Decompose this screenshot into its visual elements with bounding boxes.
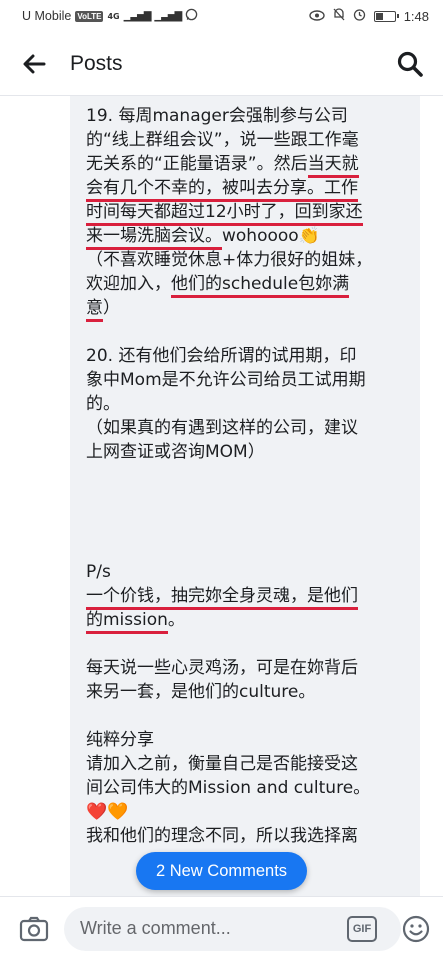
post-text-line: 的。 (86, 392, 416, 416)
whatsapp-icon (185, 8, 198, 24)
post-text-segment: 上网查证或咨询MOM） (86, 442, 265, 462)
post-text-line: 无关系的“正能量语录”。然后当天就 (86, 152, 416, 178)
post-text-line: 间公司伟大的Mission and culture。 (86, 776, 416, 800)
carrier-name: U Mobile (22, 9, 72, 23)
clock-time: 1:48 (403, 8, 429, 24)
post-text-line: ❤️🧡 (86, 800, 416, 824)
status-bar: U Mobile VoLTE 4G ▁▃▅▇ ▁▃▅▇ 1:48 (0, 0, 443, 32)
camera-button[interactable] (16, 911, 52, 947)
post-text-line (86, 320, 416, 344)
underlined-text-segment: 意 (86, 298, 103, 322)
post-text-line: （如果真的有遇到这样的公司，建议 (86, 416, 416, 440)
post-text-segment: 纯粹分享 (86, 730, 154, 750)
volte-badge: VoLTE (75, 10, 104, 22)
post-text-segment: 无关系的“正能量语录”。然后 (86, 154, 308, 174)
post-text-segment: P/s (86, 562, 111, 582)
smiley-icon (402, 915, 430, 942)
post-text-segment: wohoooo👏 (222, 226, 320, 246)
post-text-line: 来另一套，是他们的culture。 (86, 680, 416, 704)
underlined-text-segment: 来一場洗脑会议。 (86, 226, 222, 250)
post-text-line: 的mission。 (86, 608, 416, 634)
underlined-text-segment: 当天就 (307, 154, 359, 178)
eye-icon (308, 9, 325, 24)
post-text-line: 纯粹分享 (86, 728, 416, 752)
underlined-text-segment: 的mission (86, 610, 168, 634)
comment-input-container: GIF (64, 906, 401, 951)
post-text-line (86, 632, 416, 656)
emoji-button[interactable] (401, 914, 431, 944)
gif-button[interactable]: GIF (347, 915, 377, 942)
post-content-area: 19. 每周manager会强制参与公司 的“线上群组会议”，说一些跟工作毫 无关系… (0, 96, 443, 896)
post-text-segment: （不喜欢睡觉休息+体力很好的姐妹， (86, 250, 373, 270)
arrow-left-icon (23, 54, 46, 73)
post-text-line (86, 464, 416, 488)
underlined-text-segment: 工作 (324, 178, 358, 202)
post-text-segment: 的。 (86, 394, 120, 414)
post-text-segment: （如果真的有遇到这样的公司，建议 (86, 418, 358, 438)
post-text-segment: ） (103, 298, 120, 318)
post-text-segment: 象中Mom是不允许公司给员工试用期 (86, 370, 366, 390)
post-text-line: 20. 还有他们会给所谓的试用期，印 (86, 344, 416, 368)
post-text-line: 请加入之前，衡量自己是否能接受这 (86, 752, 416, 776)
post-text-line: P/s (86, 560, 416, 584)
underlined-text-segment: 时间每天都超过12小时了，回到家还 (86, 202, 363, 226)
new-comments-button[interactable]: 2 New Comments (136, 852, 307, 890)
battery-icon (373, 10, 399, 22)
post-text-segment: ❤️🧡 (86, 802, 129, 822)
post-text-line: 来一場洗脑会议。wohoooo👏 (86, 224, 416, 250)
page-title: Posts (70, 51, 123, 75)
post-text-segment: 19. 每周manager会强制参与公司 (86, 106, 348, 126)
post-text-line: 欢迎加入，他们的schedule包妳满 (86, 272, 416, 298)
post-text-line: 我和他们的理念不同，所以我选择离 (86, 824, 416, 848)
post-text-segment: 请加入之前，衡量自己是否能接受这 (86, 754, 358, 774)
post-text-line (86, 704, 416, 728)
post-text-segment: 间公司伟大的Mission and culture。 (86, 778, 371, 798)
network-type: 4G (107, 11, 120, 21)
post-text-line (86, 512, 416, 536)
post-text-line: 一个价钱，抽完妳全身灵魂，是他们 (86, 584, 416, 610)
signal-icon-2: ▁▃▅▇ (154, 10, 182, 22)
post-text-line (86, 488, 416, 512)
post-body-text: 19. 每周manager会强制参与公司 的“线上群组会议”，说一些跟工作毫 无关系… (86, 104, 416, 848)
post-text-line: 的“线上群组会议”，说一些跟工作毫 (86, 128, 416, 152)
post-text-segment: 来另一套，是他们的culture。 (86, 682, 316, 702)
search-icon (397, 51, 423, 77)
app-header: Posts (0, 32, 443, 96)
comment-bar: GIF (0, 896, 443, 960)
camera-icon (19, 916, 49, 941)
post-text-segment: 的“线上群组会议”，说一些跟工作毫 (86, 130, 359, 150)
silent-icon (333, 8, 345, 24)
post-text-line: 意） (86, 296, 416, 322)
post-text-line: 每天说一些心灵鸡汤，可是在妳背后 (86, 656, 416, 680)
underlined-text-segment: 他们的schedule包妳满 (171, 274, 350, 298)
underlined-text-segment: 会有几个不幸的，被叫去分享。 (86, 178, 324, 202)
post-text-line (86, 536, 416, 560)
post-text-line: 象中Mom是不允许公司给员工试用期 (86, 368, 416, 392)
back-button[interactable] (20, 50, 48, 78)
post-text-line: 时间每天都超过12小时了，回到家还 (86, 200, 416, 226)
post-text-segment: 欢迎加入， (86, 274, 171, 294)
post-text-segment: 每天说一些心灵鸡汤，可是在妳背后 (86, 658, 358, 678)
search-button[interactable] (395, 49, 425, 79)
post-text-segment: 20. 还有他们会给所谓的试用期，印 (86, 346, 357, 366)
post-text-line: 会有几个不幸的，被叫去分享。工作 (86, 176, 416, 202)
post-text-line: （不喜欢睡觉休息+体力很好的姐妹， (86, 248, 416, 272)
alarm-icon (353, 8, 366, 24)
post-text-segment: 。 (167, 610, 185, 630)
post-text-segment: 我和他们的理念不同，所以我选择离 (86, 826, 358, 846)
comment-input[interactable] (80, 918, 347, 939)
post-text-line: 19. 每周manager会强制参与公司 (86, 104, 416, 128)
underlined-text-segment: 一个价钱，抽完妳全身灵魂，是他们 (86, 586, 358, 610)
post-text-line: 上网查证或咨询MOM） (86, 440, 416, 464)
signal-icon: ▁▃▅▇ (123, 10, 152, 22)
